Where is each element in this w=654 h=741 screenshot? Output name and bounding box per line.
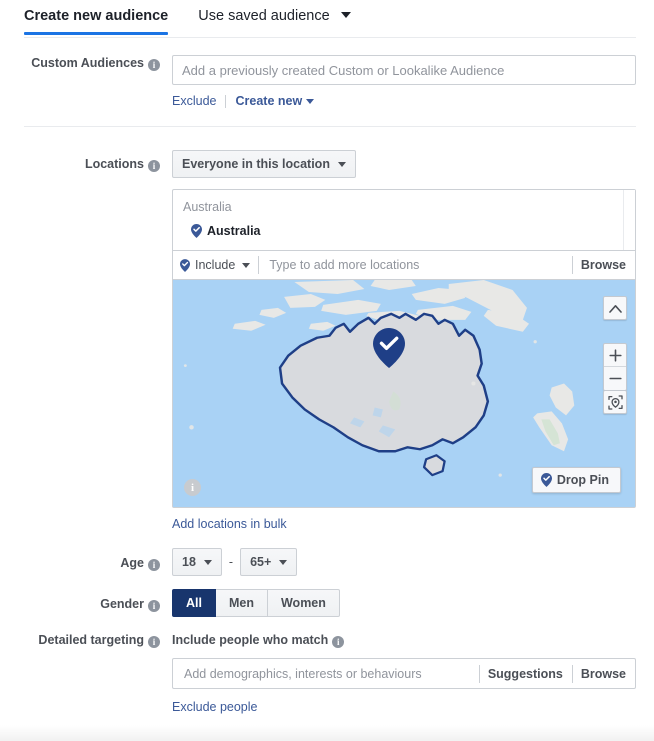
gender-option-women[interactable]: Women [268, 589, 340, 617]
gender-label-text: Gender [100, 597, 144, 611]
chevron-down-icon [341, 12, 351, 18]
selected-locations-list: Australia Australia [173, 190, 635, 250]
map-locate-button[interactable] [603, 390, 627, 414]
map-zoom-out-button[interactable] [604, 367, 626, 390]
gender-row: Genderi All Men Women [0, 589, 654, 617]
tab-create-new-audience-label: Create new audience [24, 8, 168, 24]
detailed-targeting-input-wrap: Suggestions Browse [172, 658, 636, 689]
locations-row: Locations i Everyone in this location Aus… [0, 150, 654, 533]
browse-targeting-button[interactable]: Browse [581, 667, 635, 681]
map-pin-check-icon [191, 224, 202, 238]
location-scope-label: Everyone in this location [182, 157, 330, 171]
custom-audiences-input[interactable] [172, 55, 636, 85]
bottom-shadow [0, 725, 654, 741]
detailed-targeting-input[interactable] [182, 666, 471, 682]
location-group-heading: Australia [183, 198, 625, 216]
locations-map[interactable]: Malaysia Indonesia Papua New Guinea Aust… [173, 279, 635, 507]
map-info-icon[interactable]: i [184, 479, 201, 496]
list-item[interactable]: Australia [183, 221, 625, 241]
chevron-down-icon [204, 560, 212, 565]
divider [572, 665, 573, 683]
map-selected-pin [373, 328, 405, 373]
audience-tabs: Create new audience Use saved audience [0, 0, 654, 38]
info-icon[interactable]: i [148, 59, 160, 71]
drop-pin-button[interactable]: Drop Pin [532, 467, 621, 493]
detailed-targeting-row: Detailed targeting i Include people who m… [0, 632, 654, 714]
map-compass-button[interactable] [603, 296, 627, 320]
include-people-heading: Include people who match i [172, 632, 636, 648]
location-include-label: Include [195, 258, 235, 272]
chevron-down-icon [279, 560, 287, 565]
gender-segmented-control: All Men Women [172, 589, 340, 617]
gender-option-all[interactable]: All [172, 589, 216, 617]
locations-list-scrollbar[interactable] [623, 190, 635, 250]
create-new-audience-link[interactable]: Create new [235, 94, 302, 108]
locations-label: Locations i [0, 150, 172, 172]
detailed-targeting-label-text: Detailed targeting [38, 633, 144, 647]
map-zoom-controls [603, 343, 627, 391]
location-search-input[interactable] [267, 257, 564, 273]
age-max-value: 65+ [250, 555, 271, 569]
chevron-up-icon [609, 304, 622, 313]
suggestions-button[interactable]: Suggestions [488, 667, 572, 681]
age-label: Agei [0, 548, 172, 571]
info-icon[interactable]: i [148, 600, 160, 612]
locations-box: Australia Australia [172, 189, 636, 508]
chevron-down-icon [242, 263, 250, 268]
detailed-targeting-label: Detailed targeting i [0, 632, 172, 648]
locate-target-icon [608, 395, 623, 410]
custom-audiences-row: Custom Audiences i Exclude Create new [0, 55, 654, 108]
tab-use-saved-audience-label: Use saved audience [198, 8, 329, 24]
info-icon[interactable]: i [332, 636, 344, 648]
info-icon[interactable]: i [148, 636, 160, 648]
custom-audiences-links: Exclude Create new [172, 94, 636, 108]
age-max-dropdown[interactable]: 65+ [240, 548, 297, 576]
list-item-label: Australia [207, 221, 261, 241]
location-include-dropdown[interactable]: Include [180, 258, 250, 272]
location-scope-dropdown[interactable]: Everyone in this location [172, 150, 356, 178]
divider [479, 665, 480, 683]
age-min-dropdown[interactable]: 18 [172, 548, 222, 576]
plus-icon [609, 349, 622, 362]
browse-locations-button[interactable]: Browse [581, 258, 635, 272]
gender-option-men[interactable]: Men [216, 589, 268, 617]
info-icon[interactable]: i [148, 160, 160, 172]
info-icon[interactable]: i [148, 559, 160, 571]
tab-use-saved-audience[interactable]: Use saved audience [198, 0, 350, 35]
age-label-text: Age [120, 556, 144, 570]
exclude-people-links: Exclude people [172, 700, 636, 714]
tabs-divider [24, 37, 636, 38]
gender-label: Genderi [0, 589, 172, 612]
link-separator [225, 95, 226, 108]
add-locations-in-bulk-link[interactable]: Add locations in bulk [172, 517, 287, 531]
exclude-people-link[interactable]: Exclude people [172, 700, 257, 714]
minus-icon [609, 372, 622, 385]
age-controls: 18 - 65+ [172, 548, 636, 576]
age-range-separator: - [229, 555, 233, 569]
chevron-down-icon [338, 162, 346, 167]
age-min-value: 18 [182, 555, 196, 569]
tab-create-new-audience[interactable]: Create new audience [24, 0, 168, 35]
map-pin-check-icon [541, 473, 552, 487]
locations-label-text: Locations [85, 157, 144, 171]
divider [258, 256, 259, 274]
drop-pin-label: Drop Pin [557, 473, 609, 487]
age-row: Agei 18 - 65+ [0, 548, 654, 576]
exclude-custom-audience-link[interactable]: Exclude [172, 94, 216, 108]
map-zoom-in-button[interactable] [604, 344, 626, 367]
section-divider [24, 126, 636, 127]
chevron-down-icon [306, 99, 314, 104]
custom-audiences-label: Custom Audiences i [0, 55, 172, 71]
location-search-row: Include Browse [173, 250, 635, 279]
map-pin-check-icon [180, 259, 190, 272]
include-people-heading-text: Include people who match [172, 633, 328, 647]
divider [572, 256, 573, 274]
custom-audiences-label-text: Custom Audiences [31, 56, 144, 70]
